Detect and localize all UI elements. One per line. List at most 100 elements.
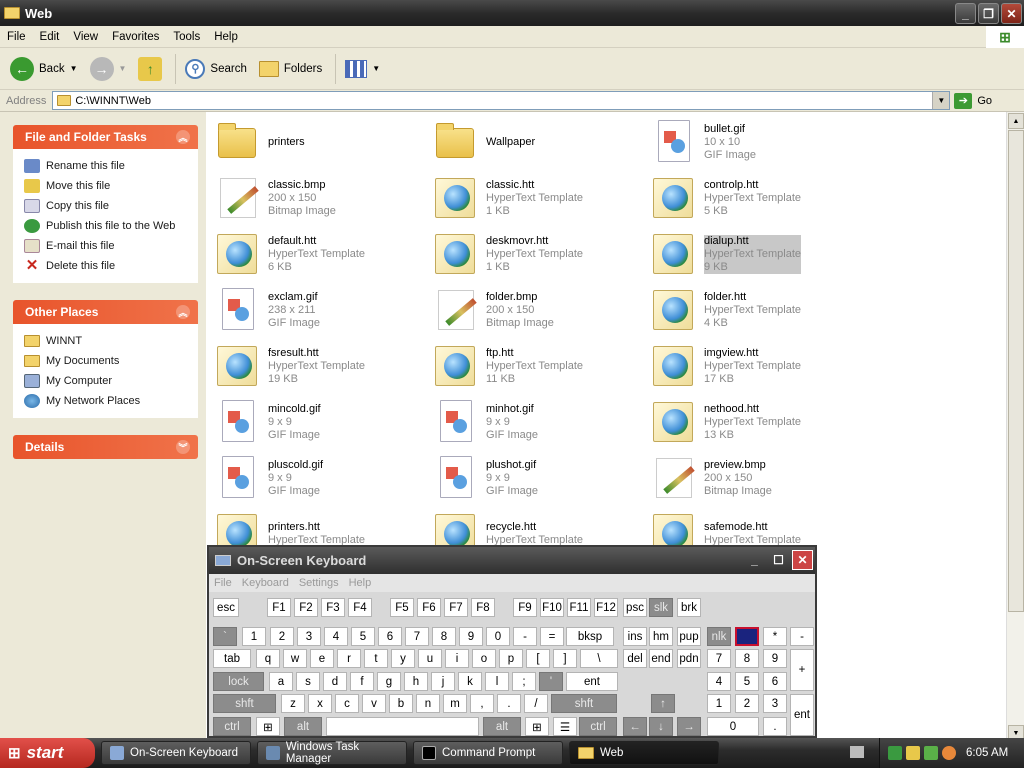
key-r1-7[interactable]: F7 xyxy=(444,598,468,617)
key-r2-17[interactable]: nlk xyxy=(707,627,731,646)
key-alt-left[interactable]: alt xyxy=(284,717,322,736)
key-r4-2[interactable]: s xyxy=(296,672,320,691)
key-r5-5[interactable]: b xyxy=(389,694,413,713)
key-r5-4[interactable]: v xyxy=(362,694,386,713)
osk-maximize-button[interactable]: ☐ xyxy=(768,550,789,570)
forward-button[interactable]: → ▼ xyxy=(86,54,131,84)
key-r3-15[interactable]: end xyxy=(649,649,673,668)
key-r5-1[interactable]: z xyxy=(281,694,305,713)
file-item[interactable]: default.htt HyperText Template 6 KB xyxy=(214,228,424,280)
key-r5-15[interactable]: 3 xyxy=(763,694,787,713)
panel-header[interactable]: Details ︾ xyxy=(13,435,198,459)
task-web[interactable]: Web xyxy=(569,741,719,765)
key-r4-6[interactable]: h xyxy=(404,672,428,691)
menu-tools[interactable]: Tools xyxy=(166,31,207,43)
key-r3-17[interactable]: 7 xyxy=(707,649,731,668)
key-r3-12[interactable]: ] xyxy=(553,649,577,668)
key-r3-20[interactable]: + xyxy=(790,649,814,691)
minimize-button[interactable]: _ xyxy=(955,3,976,24)
key-r5-12[interactable]: ↑ xyxy=(651,694,675,713)
file-item[interactable]: printers xyxy=(214,116,424,168)
key-r4-10[interactable]: ; xyxy=(512,672,536,691)
osk-menu-keyboard[interactable]: Keyboard xyxy=(237,577,294,589)
key-r1-6[interactable]: F6 xyxy=(417,598,441,617)
key-r2-4[interactable]: 4 xyxy=(324,627,348,646)
key-r3-19[interactable]: 9 xyxy=(763,649,787,668)
panel-header[interactable]: File and Folder Tasks ︽ xyxy=(13,125,198,149)
keyboard-layout-icon[interactable] xyxy=(850,746,864,758)
osk-minimize-button[interactable]: _ xyxy=(744,550,765,570)
key-r1-12[interactable]: F12 xyxy=(594,598,618,617)
place-my-computer[interactable]: My Computer xyxy=(24,371,197,391)
key-r4-15[interactable]: 6 xyxy=(763,672,787,691)
menu-file[interactable]: File xyxy=(0,31,33,43)
key-r2-11[interactable]: - xyxy=(513,627,537,646)
key-r3-11[interactable]: [ xyxy=(526,649,550,668)
key-r4-7[interactable]: j xyxy=(431,672,455,691)
key-r5-10[interactable]: / xyxy=(524,694,548,713)
expand-chevron-icon[interactable]: ︾ xyxy=(176,440,190,454)
back-button[interactable]: ← Back ▼ xyxy=(6,54,82,84)
key-r3-14[interactable]: del xyxy=(623,649,647,668)
key-r5-16[interactable]: ent xyxy=(790,694,814,736)
place-my-network-places[interactable]: My Network Places xyxy=(24,391,197,411)
key-r3-13[interactable]: \ xyxy=(580,649,618,668)
key-r4-3[interactable]: d xyxy=(323,672,347,691)
osk-menu-settings[interactable]: Settings xyxy=(294,577,344,589)
key-r3-6[interactable]: y xyxy=(391,649,415,668)
key-r1-3[interactable]: F3 xyxy=(321,598,345,617)
file-item[interactable]: dialup.htt HyperText Template 9 KB xyxy=(650,228,860,280)
key-alt-right[interactable]: alt xyxy=(483,717,521,736)
key-r4-8[interactable]: k xyxy=(458,672,482,691)
key-r3-7[interactable]: u xyxy=(418,649,442,668)
panel-header[interactable]: Other Places ︽ xyxy=(13,300,198,324)
place-my-documents[interactable]: My Documents xyxy=(24,351,197,371)
key-r1-5[interactable]: F5 xyxy=(390,598,414,617)
maximize-button[interactable]: ❐ xyxy=(978,3,999,24)
key-r2-13[interactable]: bksp xyxy=(566,627,614,646)
chevron-down-icon[interactable]: ▼ xyxy=(70,64,78,73)
task-move[interactable]: Move this file xyxy=(24,176,197,196)
key-r3-2[interactable]: w xyxy=(283,649,307,668)
clock[interactable]: 6:05 AM xyxy=(966,747,1008,759)
key-r5-9[interactable]: . xyxy=(497,694,521,713)
key-r4-0[interactable]: lock xyxy=(213,672,264,691)
scroll-thumb[interactable] xyxy=(1008,130,1024,612)
key-r2-16[interactable]: pup xyxy=(677,627,701,646)
file-item[interactable]: bullet.gif 10 x 10 GIF Image xyxy=(650,116,860,168)
key-r5-8[interactable]: , xyxy=(470,694,494,713)
task-copy[interactable]: Copy this file xyxy=(24,196,197,216)
key-r5-11[interactable]: shft xyxy=(551,694,617,713)
key-r2-8[interactable]: 8 xyxy=(432,627,456,646)
key-down[interactable]: ↓ xyxy=(649,717,673,736)
key-r3-8[interactable]: i xyxy=(445,649,469,668)
key-r5-3[interactable]: c xyxy=(335,694,359,713)
key-r4-13[interactable]: 4 xyxy=(707,672,731,691)
accessibility-icon[interactable] xyxy=(924,746,938,760)
magnifier-icon[interactable] xyxy=(942,746,956,760)
task-osk[interactable]: On-Screen Keyboard xyxy=(101,741,251,765)
file-item[interactable]: classic.bmp 200 x 150 Bitmap Image xyxy=(214,172,424,224)
file-item[interactable]: preview.bmp 200 x 150 Bitmap Image xyxy=(650,452,860,504)
key-r2-5[interactable]: 5 xyxy=(351,627,375,646)
key-r2-10[interactable]: 0 xyxy=(486,627,510,646)
task-email[interactable]: E-mail this file xyxy=(24,236,197,256)
key-r2-7[interactable]: 7 xyxy=(405,627,429,646)
folders-button[interactable]: Folders xyxy=(255,58,326,80)
key-r3-9[interactable]: o xyxy=(472,649,496,668)
osk-title-bar[interactable]: On-Screen Keyboard _ ☐ ✕ xyxy=(209,547,815,574)
key-r2-6[interactable]: 6 xyxy=(378,627,402,646)
key-r1-15[interactable]: brk xyxy=(677,598,701,617)
file-item[interactable]: mincold.gif 9 x 9 GIF Image xyxy=(214,396,424,448)
security-shield-icon[interactable] xyxy=(906,746,920,760)
key-r3-5[interactable]: t xyxy=(364,649,388,668)
key-r2-14[interactable]: ins xyxy=(623,627,647,646)
file-item[interactable]: exclam.gif 238 x 211 GIF Image xyxy=(214,284,424,336)
key-ctrl-right[interactable]: ctrl xyxy=(579,717,617,736)
key-r2-2[interactable]: 2 xyxy=(270,627,294,646)
menu-view[interactable]: View xyxy=(66,31,105,43)
views-button[interactable]: ▼ xyxy=(341,57,384,81)
file-item[interactable]: nethood.htt HyperText Template 13 KB xyxy=(650,396,860,448)
chevron-down-icon[interactable]: ▼ xyxy=(372,64,380,73)
file-item[interactable]: minhot.gif 9 x 9 GIF Image xyxy=(432,396,642,448)
